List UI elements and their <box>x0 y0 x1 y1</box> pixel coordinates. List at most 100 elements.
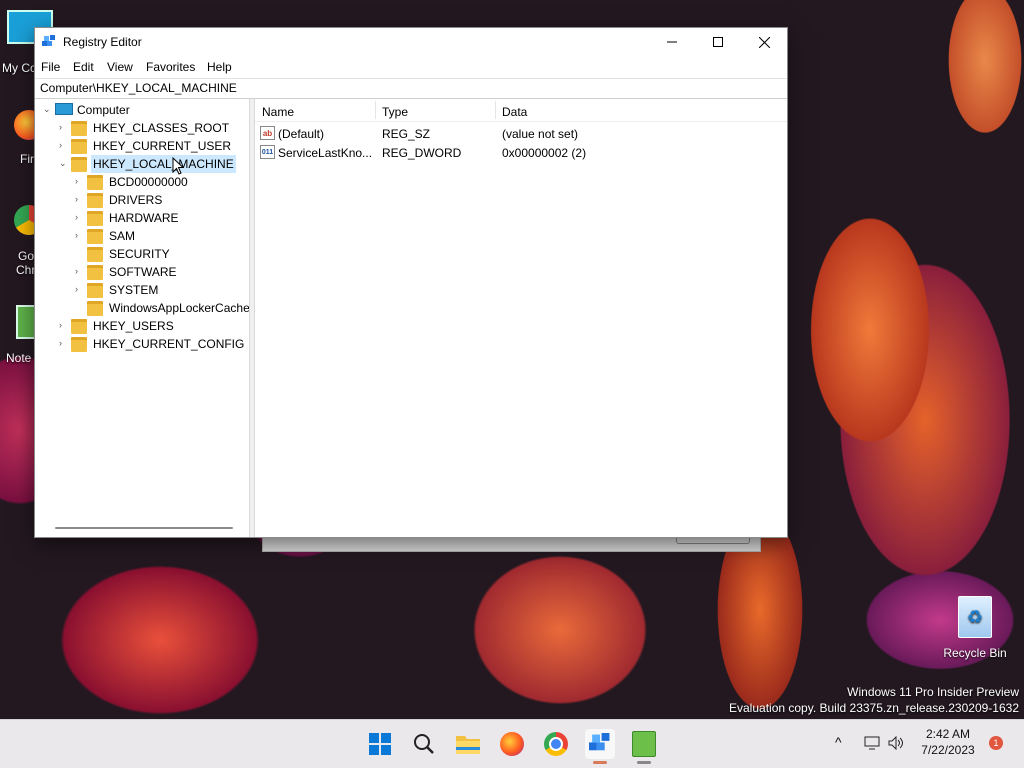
tree-node-label: BCD00000000 <box>109 175 188 189</box>
notepad-taskbar-button[interactable] <box>629 729 659 764</box>
chevron-right-icon[interactable]: › <box>75 267 84 276</box>
firefox-icon <box>500 732 524 756</box>
network-icon[interactable] <box>864 736 880 750</box>
folder-icon <box>87 193 103 208</box>
desktop-icon-recycle-bin[interactable]: ♻ Recycle Bin <box>940 596 1010 660</box>
string-value-icon: ab <box>260 126 275 140</box>
value-name: (Default) <box>278 127 325 141</box>
maximize-button[interactable] <box>695 28 741 56</box>
menu-help[interactable]: Help <box>207 60 232 74</box>
column-header: Name Type Data <box>255 99 787 122</box>
chrome-icon <box>544 732 568 756</box>
value-type: REG_SZ <box>382 127 431 141</box>
tree-node-label: SOFTWARE <box>109 265 177 279</box>
computer-icon <box>55 103 73 115</box>
value-data: 0x00000002 (2) <box>502 146 587 160</box>
chevron-right-icon[interactable]: › <box>75 231 84 240</box>
search-icon <box>414 734 434 754</box>
chevron-right-icon[interactable]: › <box>59 123 68 132</box>
regedit-icon <box>589 733 610 751</box>
folder-icon <box>456 736 480 754</box>
folder-icon <box>71 319 87 334</box>
regedit-icon <box>42 35 55 46</box>
chevron-right-icon[interactable]: › <box>75 213 84 222</box>
folder-icon <box>87 211 103 226</box>
folder-icon <box>87 301 103 316</box>
clock-time: 2:42 AM <box>925 727 971 741</box>
column-data[interactable]: Data <box>502 105 527 119</box>
title-bar[interactable]: Registry Editor <box>35 28 787 56</box>
start-button[interactable] <box>365 729 395 759</box>
file-explorer-button[interactable] <box>453 729 483 759</box>
value-type: REG_DWORD <box>382 146 462 160</box>
values-pane[interactable]: Name Type Data ab (Default) REG_SZ (valu… <box>255 99 787 537</box>
folder-icon <box>71 157 87 172</box>
menu-favorites[interactable]: Favorites <box>146 60 195 74</box>
folder-icon <box>71 139 87 154</box>
close-icon <box>758 36 770 48</box>
column-divider[interactable] <box>375 101 376 119</box>
registry-editor-taskbar-button[interactable] <box>585 729 615 764</box>
folder-icon <box>87 229 103 244</box>
tree-node-label: HARDWARE <box>109 211 179 225</box>
notification-badge[interactable]: 1 <box>989 736 1003 750</box>
chevron-right-icon[interactable]: › <box>59 141 68 150</box>
tree-node-label: HKEY_USERS <box>93 319 174 333</box>
value-row[interactable]: 011 ServiceLastKno... REG_DWORD 0x000000… <box>255 143 787 162</box>
tree-horizontal-scrollbar[interactable] <box>55 527 233 529</box>
tree-node-label: SYSTEM <box>109 283 159 297</box>
clock-date: 7/22/2023 <box>921 743 975 757</box>
folder-icon <box>87 247 103 262</box>
chevron-right-icon[interactable]: › <box>59 339 68 348</box>
tree-node-label: DRIVERS <box>109 193 163 207</box>
value-data: (value not set) <box>502 127 579 141</box>
chevron-right-icon[interactable]: › <box>59 321 68 330</box>
column-name[interactable]: Name <box>262 105 294 119</box>
firefox-button[interactable] <box>497 729 527 759</box>
tree-pane[interactable]: ⌄ Computer › HKEY_CLASSES_ROOT › HKEY_CU… <box>37 99 250 537</box>
tree-node-label: SECURITY <box>109 247 170 261</box>
clock[interactable]: 2:42 AM 7/22/2023 <box>912 727 984 757</box>
folder-icon <box>87 175 103 190</box>
value-row[interactable]: ab (Default) REG_SZ (value not set) <box>255 124 787 143</box>
folder-icon <box>87 265 103 280</box>
tree-node-label: WindowsAppLockerCache <box>109 301 250 315</box>
show-hidden-icons-button[interactable]: ^ <box>835 734 842 750</box>
folder-icon <box>87 283 103 298</box>
chevron-right-icon[interactable]: › <box>75 285 84 294</box>
minimize-icon <box>667 41 677 43</box>
running-indicator <box>593 761 607 764</box>
column-divider[interactable] <box>495 101 496 119</box>
desktop-icon-label: Recycle Bin <box>943 646 1007 660</box>
menu-bar: File Edit View Favorites Help <box>35 57 787 77</box>
address-path: Computer\HKEY_LOCAL_MACHINE <box>40 81 237 95</box>
tree-node-label: HKEY_CURRENT_USER <box>93 139 232 153</box>
volume-icon[interactable] <box>888 736 904 750</box>
running-indicator <box>637 761 651 764</box>
column-type[interactable]: Type <box>382 105 408 119</box>
menu-edit[interactable]: Edit <box>73 60 94 74</box>
binary-value-icon: 011 <box>260 145 275 159</box>
tree-node-label: HKEY_CURRENT_CONFIG <box>93 337 245 351</box>
address-bar[interactable]: Computer\HKEY_LOCAL_MACHINE <box>35 78 787 99</box>
tree-node-label: SAM <box>109 229 136 243</box>
search-button[interactable] <box>409 729 439 759</box>
menu-file[interactable]: File <box>41 60 60 74</box>
chevron-down-icon[interactable]: ⌄ <box>59 159 68 168</box>
folder-icon <box>71 121 87 136</box>
taskbar: ^ 2:42 AM 7/22/2023 1 <box>0 719 1024 768</box>
notepad-icon <box>632 731 656 757</box>
registry-editor-window: Registry Editor File Edit View Favorites… <box>34 27 788 538</box>
menu-view[interactable]: View <box>107 60 133 74</box>
chevron-right-icon[interactable]: › <box>75 177 84 186</box>
windows-watermark-line1: Windows 11 Pro Insider Preview <box>847 685 1019 699</box>
folder-icon <box>71 337 87 352</box>
tree-node-label: HKEY_CLASSES_ROOT <box>93 121 230 135</box>
chevron-down-icon[interactable]: ⌄ <box>43 105 52 114</box>
chevron-right-icon[interactable]: › <box>75 195 84 204</box>
close-button[interactable] <box>741 28 787 56</box>
minimize-button[interactable] <box>649 28 695 56</box>
window-title: Registry Editor <box>63 35 142 49</box>
chrome-button[interactable] <box>541 729 571 759</box>
value-name: ServiceLastKno... <box>278 146 373 160</box>
